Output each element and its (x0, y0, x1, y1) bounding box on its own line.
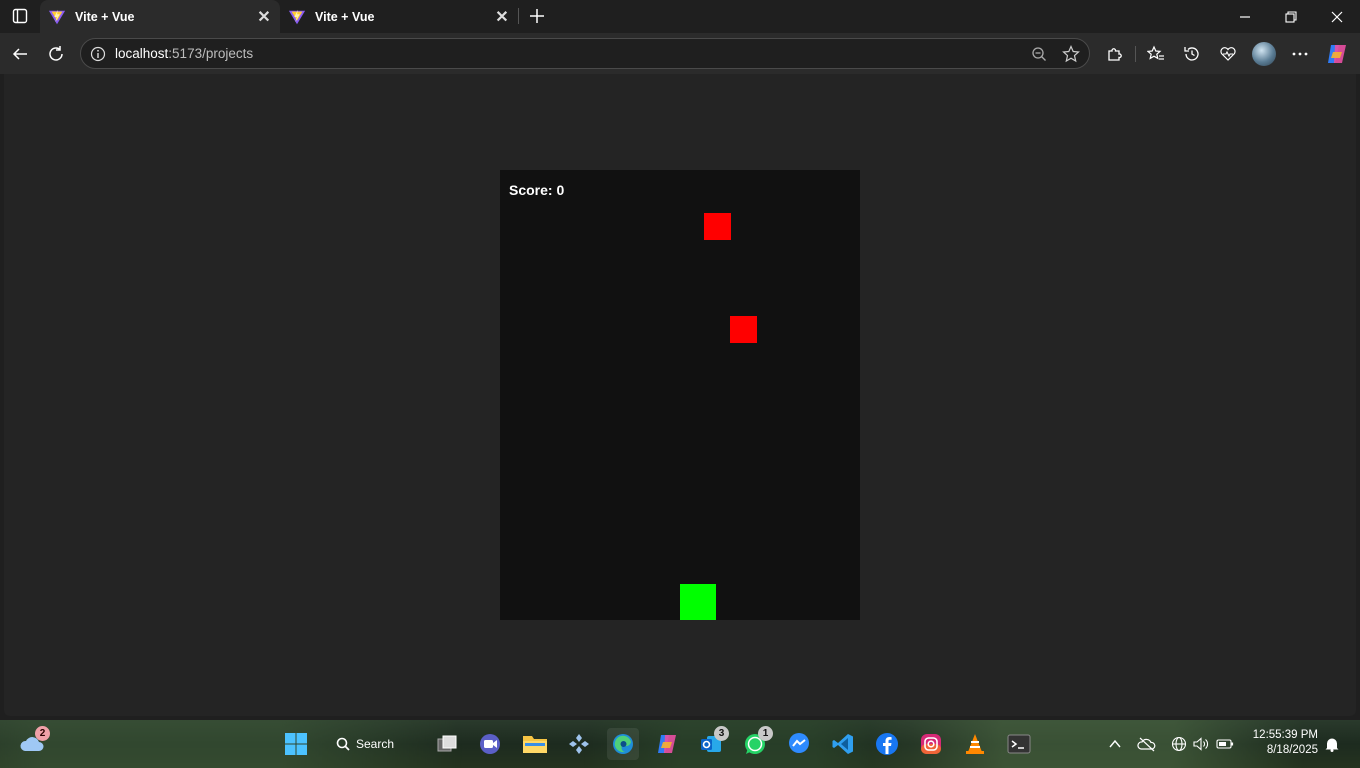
refresh-icon[interactable] (42, 40, 70, 68)
meet-app-icon[interactable] (474, 728, 506, 760)
search-icon (336, 737, 350, 751)
close-tab-icon[interactable]: ✕ (490, 5, 514, 29)
clock-time: 12:55:39 PM (1252, 729, 1318, 741)
windows-icon (285, 733, 307, 755)
tab-vite-vue-2[interactable]: Vite + Vue ✕ (280, 0, 518, 33)
score-label: Score: (509, 182, 553, 198)
vite-favicon-icon (48, 9, 66, 24)
favorites-icon[interactable] (1142, 40, 1170, 68)
chevron-up-icon[interactable] (1105, 734, 1125, 754)
back-icon[interactable] (6, 40, 34, 68)
taskbar-search[interactable]: Search (336, 732, 394, 756)
edge-browser-icon[interactable] (607, 728, 639, 760)
whatsapp-badge: 1 (758, 726, 773, 741)
outlook-icon[interactable]: 3 (695, 726, 729, 760)
falling-block (730, 316, 757, 343)
tab-title: Vite + Vue (75, 9, 135, 24)
restore-icon[interactable] (1268, 0, 1314, 33)
vite-favicon-icon (288, 9, 306, 24)
player-block[interactable] (680, 584, 716, 620)
weather-badge: 2 (35, 726, 50, 741)
system-clock[interactable]: 12:55:39 PM 8/18/2025 (1248, 728, 1318, 758)
file-explorer-icon[interactable] (519, 728, 551, 760)
site-info-icon[interactable] (89, 45, 107, 63)
profile-avatar[interactable] (1252, 42, 1276, 66)
falling-block (704, 213, 731, 240)
zoom-out-icon[interactable] (1029, 44, 1049, 64)
onedrive-offline-icon[interactable] (1137, 734, 1157, 754)
page-viewport: Score: 0 (4, 74, 1356, 716)
task-view-icon[interactable] (431, 728, 463, 760)
tab-vite-vue-1[interactable]: Vite + Vue ✕ (40, 0, 280, 33)
tab-title: Vite + Vue (315, 9, 375, 24)
whatsapp-icon[interactable]: 1 (739, 726, 773, 760)
battery-icon[interactable] (1215, 734, 1235, 754)
start-button[interactable] (280, 728, 312, 760)
browser-essentials-icon[interactable] (1214, 40, 1242, 68)
gamepad-app-icon[interactable] (563, 728, 595, 760)
browser-toolbar: localhost:5173/projects (0, 33, 1360, 74)
vscode-icon[interactable] (827, 728, 859, 760)
instagram-icon[interactable] (915, 728, 947, 760)
score-display: Score: 0 (509, 182, 564, 198)
url-text[interactable]: localhost:5173/projects (115, 46, 253, 61)
messenger-icon[interactable] (783, 728, 815, 760)
tab-divider (518, 8, 519, 24)
close-window-icon[interactable] (1314, 0, 1360, 33)
history-icon[interactable] (1178, 40, 1206, 68)
url-host: localhost (115, 46, 169, 61)
search-label: Search (356, 737, 395, 751)
address-bar[interactable]: localhost:5173/projects (80, 38, 1090, 69)
outlook-badge: 3 (714, 726, 729, 741)
volume-icon[interactable] (1191, 734, 1211, 754)
clock-date: 8/18/2025 (1266, 744, 1318, 756)
notification-bell-icon[interactable] (1322, 734, 1342, 754)
minimize-icon[interactable] (1222, 0, 1268, 33)
url-path: :5173/projects (168, 46, 254, 61)
weather-widget[interactable]: 2 (16, 726, 50, 760)
vlc-icon[interactable] (959, 728, 991, 760)
terminal-icon[interactable] (1003, 728, 1035, 760)
copilot-app-icon[interactable] (651, 728, 683, 760)
copilot-icon[interactable] (1323, 40, 1351, 68)
network-globe-icon[interactable] (1169, 734, 1189, 754)
game-board[interactable]: Score: 0 (500, 170, 860, 620)
close-tab-icon[interactable]: ✕ (252, 5, 276, 29)
score-value: 0 (556, 182, 565, 198)
new-tab-icon[interactable] (525, 4, 549, 28)
extensions-icon[interactable] (1101, 40, 1129, 68)
tab-strip: Vite + Vue ✕ Vite + Vue ✕ (0, 0, 1360, 33)
favorite-star-icon[interactable] (1061, 44, 1081, 64)
more-options-icon[interactable] (1286, 40, 1314, 68)
facebook-icon[interactable] (871, 728, 903, 760)
windows-taskbar: 2 Search 3 1 12:55:39 PM 8/18/2025 (0, 720, 1360, 768)
tab-actions-icon[interactable] (8, 6, 32, 26)
toolbar-divider (1135, 46, 1136, 62)
